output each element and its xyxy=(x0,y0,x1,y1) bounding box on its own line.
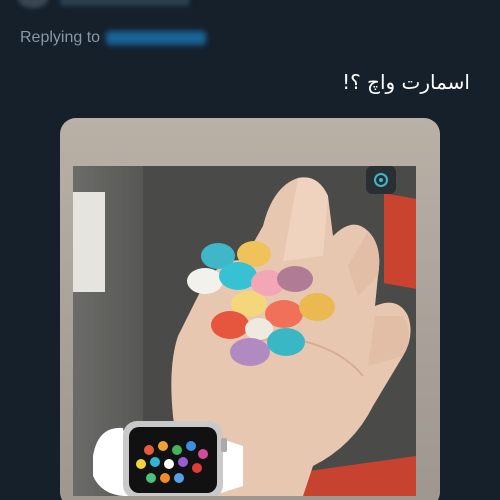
smartwatch-icon xyxy=(93,421,243,496)
candy xyxy=(299,293,335,321)
candy xyxy=(187,268,223,294)
replying-to-label: Replying to xyxy=(20,29,101,46)
reply-handle-link[interactable] xyxy=(106,31,207,45)
tweet-photo[interactable] xyxy=(73,166,416,496)
avatar[interactable] xyxy=(18,0,48,8)
candy xyxy=(211,311,249,339)
media-card[interactable] xyxy=(60,118,440,500)
previous-tweet-header xyxy=(0,0,500,14)
replying-to-line: Replying to xyxy=(20,27,207,49)
candy xyxy=(219,262,257,290)
candy xyxy=(267,328,305,356)
author-name-blurred[interactable] xyxy=(60,0,190,6)
tweet-text: اسمارت واچ ؟! xyxy=(342,70,470,94)
candy xyxy=(230,338,270,366)
candy xyxy=(277,266,313,292)
